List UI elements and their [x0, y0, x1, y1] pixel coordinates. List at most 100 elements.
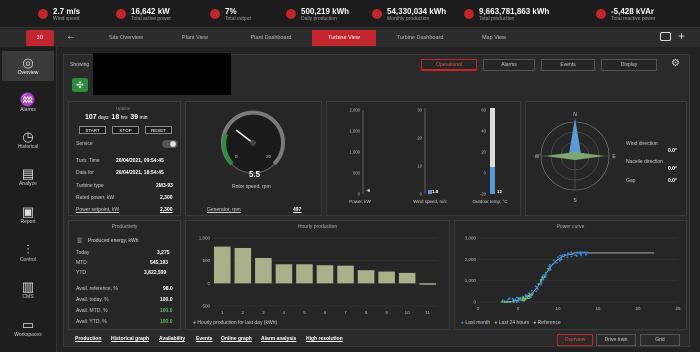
- tab-turbine-view[interactable]: Turbine View: [312, 30, 376, 46]
- power-icon: [116, 9, 126, 19]
- turbine-status-icon: ✣: [72, 78, 88, 92]
- tab-operational[interactable]: Operational: [421, 59, 477, 71]
- pc-legend: ● Last month ● Last 24 hours ● Reference: [461, 320, 561, 326]
- rated-power-value: 2,300: [160, 195, 173, 201]
- tab-display[interactable]: Display: [601, 59, 657, 71]
- trophy-icon: ♕: [76, 236, 84, 245]
- generator-label[interactable]: Generator, rpm: [207, 207, 241, 213]
- link-historical-graph[interactable]: Historical graph: [111, 336, 149, 342]
- last-month-point: [570, 255, 573, 258]
- camera-icon[interactable]: [660, 32, 671, 41]
- last-24h-point: [524, 298, 527, 301]
- sidebar-label: Control: [19, 257, 37, 263]
- tab-overview-bottom[interactable]: Overview: [557, 334, 593, 346]
- kpi-value: 2.7 m/s: [53, 6, 81, 16]
- link-high-resolution[interactable]: High resolution: [306, 336, 343, 342]
- sidebar-item-cms[interactable]: ▥ CMS: [2, 275, 54, 305]
- compass-w: W: [535, 154, 540, 160]
- power-setpoint-value: 2,300: [160, 207, 173, 213]
- last-month-point: [506, 299, 509, 301]
- last-month-point: [548, 269, 551, 272]
- gauge-tick-label: 10: [417, 164, 422, 169]
- history-icon: ◷: [22, 129, 34, 144]
- tab-grid[interactable]: Grid: [640, 334, 680, 346]
- gauge-max: 20: [266, 154, 272, 159]
- rated-power-label: Rated power, kW: [76, 195, 115, 201]
- avail-mtd-value: 100.0: [160, 308, 173, 314]
- start-button[interactable]: START: [79, 126, 106, 134]
- sidebar-label: Historical: [17, 144, 39, 150]
- kpi-bar: [0, 0, 700, 28]
- x-tick-label: 7: [344, 310, 347, 315]
- tab-alarms[interactable]: Alarms: [483, 59, 535, 71]
- y-tick-label: 2,000: [465, 257, 477, 262]
- last-month-point: [542, 274, 544, 277]
- tab-drive-train[interactable]: Drive train: [596, 334, 636, 346]
- last-month-point: [524, 294, 527, 296]
- view-3d-button[interactable]: 3D: [26, 30, 54, 46]
- y-tick-label: 1,000: [465, 278, 477, 283]
- last-month-point: [545, 272, 548, 275]
- last-month-point: [534, 285, 537, 288]
- last-month-point: [549, 268, 552, 271]
- reset-button[interactable]: RESET: [145, 126, 172, 134]
- avail-today-value: 100.0: [160, 297, 173, 303]
- power-setpoint-label[interactable]: Power setpoint, kW: [76, 207, 119, 213]
- link-alarm-analysis[interactable]: Alarm analysis: [261, 336, 296, 342]
- link-availability[interactable]: Availability: [159, 336, 185, 342]
- sidebar-item-workspaces[interactable]: ▭ Workspaces: [2, 313, 54, 343]
- add-icon[interactable]: +: [678, 29, 685, 43]
- last-24h-point: [501, 300, 503, 303]
- sidebar-item-overview[interactable]: ◎ Overview: [2, 51, 54, 81]
- tab-plant-dashboard[interactable]: Plant Dashboard: [236, 30, 306, 46]
- kpi-label: Total reactive power: [611, 15, 656, 22]
- last-24h-point: [537, 283, 540, 285]
- power-bar-label: Power, kW: [349, 199, 371, 204]
- x-tick-label: 10: [555, 306, 561, 311]
- kpi-label: Wind speed: [53, 15, 80, 22]
- last-month-point: [570, 251, 573, 254]
- last-24h-point: [543, 275, 546, 278]
- tab-site-overview[interactable]: Site Overview: [95, 30, 157, 46]
- report-icon: ▣: [21, 204, 35, 219]
- link-events[interactable]: Events: [196, 336, 212, 342]
- service-toggle[interactable]: [162, 140, 178, 148]
- stop-button[interactable]: STOP: [112, 126, 139, 134]
- last-month-point: [580, 254, 583, 257]
- kpi-output: 7% Total output: [210, 3, 251, 25]
- tab-turbine-dashboard[interactable]: Turbine Dashboard: [384, 30, 456, 46]
- sidebar-label: Report: [20, 219, 36, 225]
- total-icon: [464, 9, 474, 19]
- x-tick-label: 25: [675, 306, 681, 311]
- productivity-title: Productivity: [111, 224, 138, 230]
- last-month-point: [560, 258, 563, 261]
- tab-events[interactable]: Events: [541, 59, 595, 71]
- days-unit: days: [98, 115, 109, 121]
- kpi-daily: 500,219 kWh Daily production: [286, 3, 349, 25]
- settings-gear-icon[interactable]: ⚙: [671, 58, 680, 69]
- last-month-point: [556, 256, 559, 259]
- sidebar-item-report[interactable]: ▣ Report: [2, 200, 54, 230]
- last-month-point: [582, 251, 584, 254]
- last-24h-point: [529, 293, 532, 296]
- min-unit: min: [139, 115, 148, 121]
- link-online-graph[interactable]: Online graph: [221, 336, 252, 342]
- last-month-point: [553, 261, 556, 264]
- last-month-point: [567, 252, 569, 254]
- y-tick-label: 0: [207, 281, 210, 286]
- hourly-bar: [255, 257, 272, 284]
- sidebar-item-control[interactable]: ⫶ Control: [2, 238, 54, 268]
- last-month-point: [579, 251, 581, 254]
- y-tick-label: -500: [201, 304, 211, 309]
- avail-reference-label: Avail. reference, %: [76, 286, 118, 292]
- link-production[interactable]: Production: [75, 336, 101, 342]
- sidebar-item-alarms[interactable]: ♒ Alarms: [2, 88, 54, 118]
- x-tick-label: 9: [385, 310, 388, 315]
- tab-plant-view[interactable]: Plant View: [165, 30, 225, 46]
- back-arrow-icon[interactable]: ←: [66, 31, 76, 42]
- sidebar-item-historical[interactable]: ◷ Historical: [2, 125, 54, 155]
- tab-map-view[interactable]: Map View: [464, 30, 524, 46]
- kpi-label: Total production: [479, 15, 515, 22]
- x-tick-label: 20: [635, 306, 641, 311]
- sidebar-item-analyze[interactable]: ▤ Analyze: [2, 162, 54, 192]
